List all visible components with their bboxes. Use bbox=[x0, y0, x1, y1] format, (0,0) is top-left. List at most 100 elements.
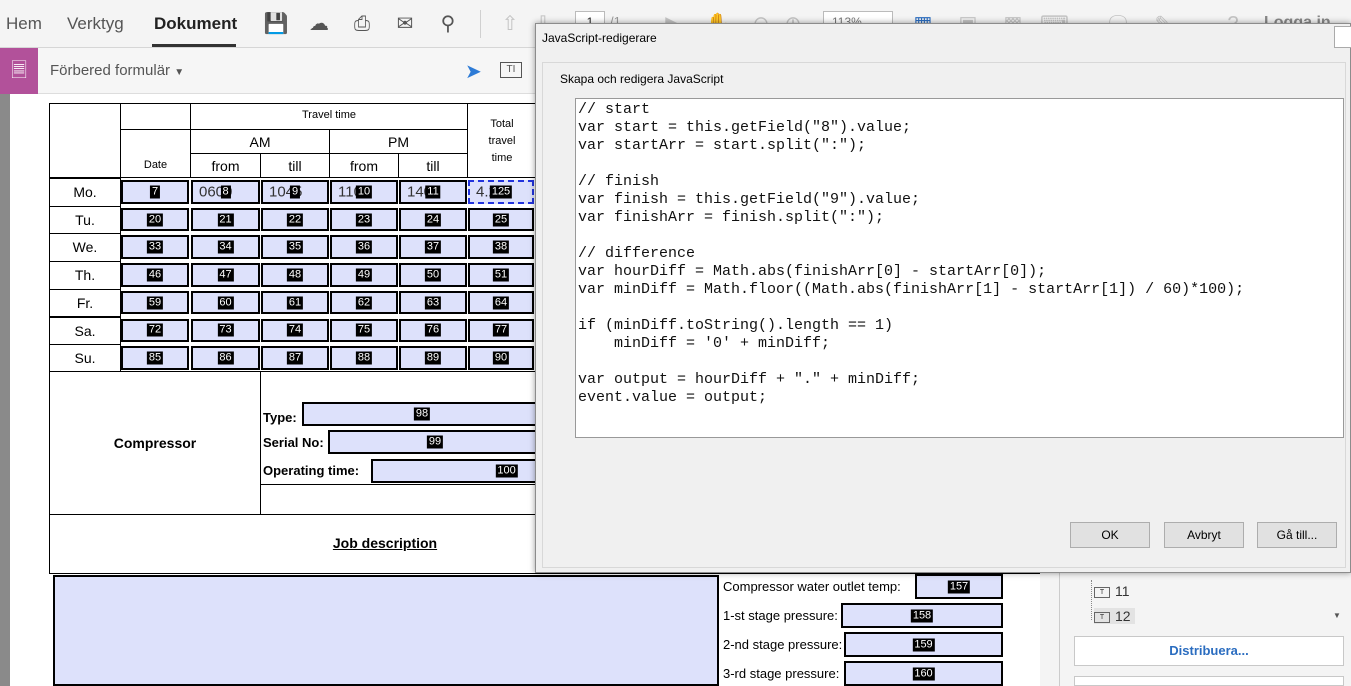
time-field[interactable]: 21 bbox=[191, 207, 260, 232]
time-field[interactable]: 1400 11 bbox=[399, 180, 467, 204]
total-word: Total bbox=[490, 118, 514, 130]
time-field[interactable]: 34 bbox=[191, 235, 260, 260]
field-id: 22 bbox=[286, 213, 304, 227]
active-tab-indicator bbox=[152, 44, 236, 47]
time-field[interactable]: 35 bbox=[261, 235, 329, 260]
measurement-field[interactable]: 160 bbox=[844, 661, 1003, 686]
tab-document[interactable]: Dokument bbox=[154, 14, 237, 34]
time-field[interactable]: 36 bbox=[330, 235, 398, 260]
time-field[interactable]: 48 bbox=[261, 263, 329, 287]
tree-item-11[interactable]: T 11 bbox=[1094, 583, 1130, 599]
field-id: 85 bbox=[146, 351, 164, 365]
time-field[interactable]: 20 bbox=[121, 207, 189, 232]
time-field[interactable]: 88 bbox=[330, 346, 398, 370]
field-id: 8 bbox=[220, 185, 231, 199]
time-field[interactable]: 63 bbox=[399, 290, 467, 315]
time-field[interactable]: 74 bbox=[261, 318, 329, 343]
cancel-button[interactable]: Avbryt bbox=[1164, 522, 1244, 548]
time-field[interactable]: 64 bbox=[468, 290, 534, 315]
time-field[interactable]: 1045 9 bbox=[261, 180, 329, 204]
time-field[interactable]: 24 bbox=[399, 207, 467, 232]
day-label: Tu. bbox=[75, 211, 95, 228]
field-id: 9 bbox=[289, 185, 301, 199]
time-field[interactable]: 75 bbox=[330, 318, 398, 343]
select-object-icon[interactable]: ➤ bbox=[465, 59, 482, 84]
upload-cloud-icon[interactable]: ☁ bbox=[306, 12, 332, 36]
scroll-down-icon[interactable]: ▼ bbox=[1333, 611, 1341, 620]
time-field[interactable]: 60 bbox=[191, 290, 260, 315]
time-field[interactable]: 0600 8 bbox=[191, 180, 260, 204]
time-field[interactable]: 59 bbox=[121, 290, 189, 315]
field-id: 35 bbox=[286, 240, 304, 254]
measurement-label: Compressor water outlet temp: bbox=[723, 579, 901, 594]
time-field[interactable]: 90 bbox=[468, 346, 534, 370]
time-field[interactable]: 62 bbox=[330, 290, 398, 315]
time-field[interactable]: 76 bbox=[399, 318, 467, 343]
field-id: 159 bbox=[912, 638, 935, 651]
time-field[interactable]: 38 bbox=[468, 235, 534, 260]
field-id: 36 bbox=[355, 240, 373, 254]
time-field[interactable]: 72 bbox=[121, 318, 189, 343]
compressor-label: Compressor bbox=[113, 435, 197, 451]
time-field[interactable]: 50 bbox=[399, 263, 467, 287]
mail-icon[interactable]: ✉ bbox=[392, 12, 418, 36]
time-field[interactable]: 61 bbox=[261, 290, 329, 315]
save-icon[interactable]: 💾 bbox=[263, 12, 289, 36]
time-field[interactable]: 87 bbox=[261, 346, 329, 370]
time-field[interactable]: 86 bbox=[191, 346, 260, 370]
time-field[interactable]: 25 bbox=[468, 207, 534, 232]
day-label: Su. bbox=[74, 350, 96, 367]
tab-tools[interactable]: Verktyg bbox=[67, 14, 124, 34]
editor-group-label: Skapa och redigera JavaScript bbox=[560, 72, 724, 86]
time-field[interactable]: 4.25125 bbox=[468, 180, 534, 204]
ok-button[interactable]: OK bbox=[1070, 522, 1150, 548]
time-field[interactable]: 47 bbox=[191, 263, 260, 287]
goto-button[interactable]: Gå till... bbox=[1257, 522, 1337, 548]
type-field[interactable]: 98 bbox=[302, 402, 542, 426]
javascript-editor-dialog: JavaScript-redigerare Skapa och redigera… bbox=[535, 23, 1351, 573]
search-icon[interactable]: ⚲ bbox=[435, 12, 461, 36]
time-field[interactable]: 1100 10 bbox=[330, 180, 398, 204]
text-field-tool-icon[interactable]: TI bbox=[500, 62, 522, 78]
field-id: 90 bbox=[492, 351, 510, 365]
time-field[interactable]: 46 bbox=[121, 263, 189, 287]
time-field[interactable]: 22 bbox=[261, 207, 329, 232]
prepare-form-dropdown[interactable]: Förbered formulär ▼ bbox=[50, 62, 184, 79]
print-icon[interactable]: ⎙ bbox=[349, 12, 375, 36]
field-id: 64 bbox=[492, 296, 510, 310]
field-id: 21 bbox=[217, 213, 234, 227]
field-id: 25 bbox=[492, 213, 510, 227]
time-field[interactable]: 49 bbox=[330, 263, 398, 287]
time-field[interactable]: 85 bbox=[121, 346, 189, 370]
measurement-field[interactable]: 159 bbox=[844, 632, 1003, 657]
time-field[interactable]: 33 bbox=[121, 235, 189, 260]
time-field[interactable]: 37 bbox=[399, 235, 467, 260]
next-panel-button[interactable] bbox=[1074, 676, 1344, 686]
panel-scrollbar[interactable]: ▼ bbox=[1330, 575, 1344, 625]
form-document-icon: 🗏 bbox=[0, 48, 38, 94]
type-label: Type: bbox=[263, 410, 297, 425]
tab-home[interactable]: Hem bbox=[6, 14, 42, 34]
field-id: 33 bbox=[146, 240, 164, 254]
javascript-code-editor[interactable]: // start var start = this.getField("8").… bbox=[575, 98, 1344, 438]
prev-page-icon[interactable]: ⇧ bbox=[497, 12, 523, 36]
time-field[interactable]: 23 bbox=[330, 207, 398, 232]
field-id: 24 bbox=[424, 213, 442, 227]
field-id: 37 bbox=[424, 240, 442, 254]
time-field[interactable]: 7 bbox=[121, 180, 189, 204]
measurement-field[interactable]: 158 bbox=[841, 603, 1003, 628]
measurement-field[interactable]: 157 bbox=[915, 574, 1003, 599]
job-description-field[interactable] bbox=[53, 575, 719, 686]
close-button[interactable] bbox=[1334, 26, 1351, 48]
tree-item-12[interactable]: T 12 bbox=[1094, 608, 1135, 624]
field-id: 157 bbox=[947, 580, 971, 593]
time-field[interactable]: 73 bbox=[191, 318, 260, 343]
toolbar-separator bbox=[480, 10, 481, 38]
serial-no-field[interactable]: 99 bbox=[328, 430, 542, 454]
time-field[interactable]: 77 bbox=[468, 318, 534, 343]
operating-time-field[interactable]: 100 bbox=[371, 459, 542, 483]
distribute-button[interactable]: Distribuera... bbox=[1074, 636, 1344, 666]
time-field[interactable]: 51 bbox=[468, 263, 534, 287]
field-id: 99 bbox=[426, 435, 444, 449]
time-field[interactable]: 89 bbox=[399, 346, 467, 370]
